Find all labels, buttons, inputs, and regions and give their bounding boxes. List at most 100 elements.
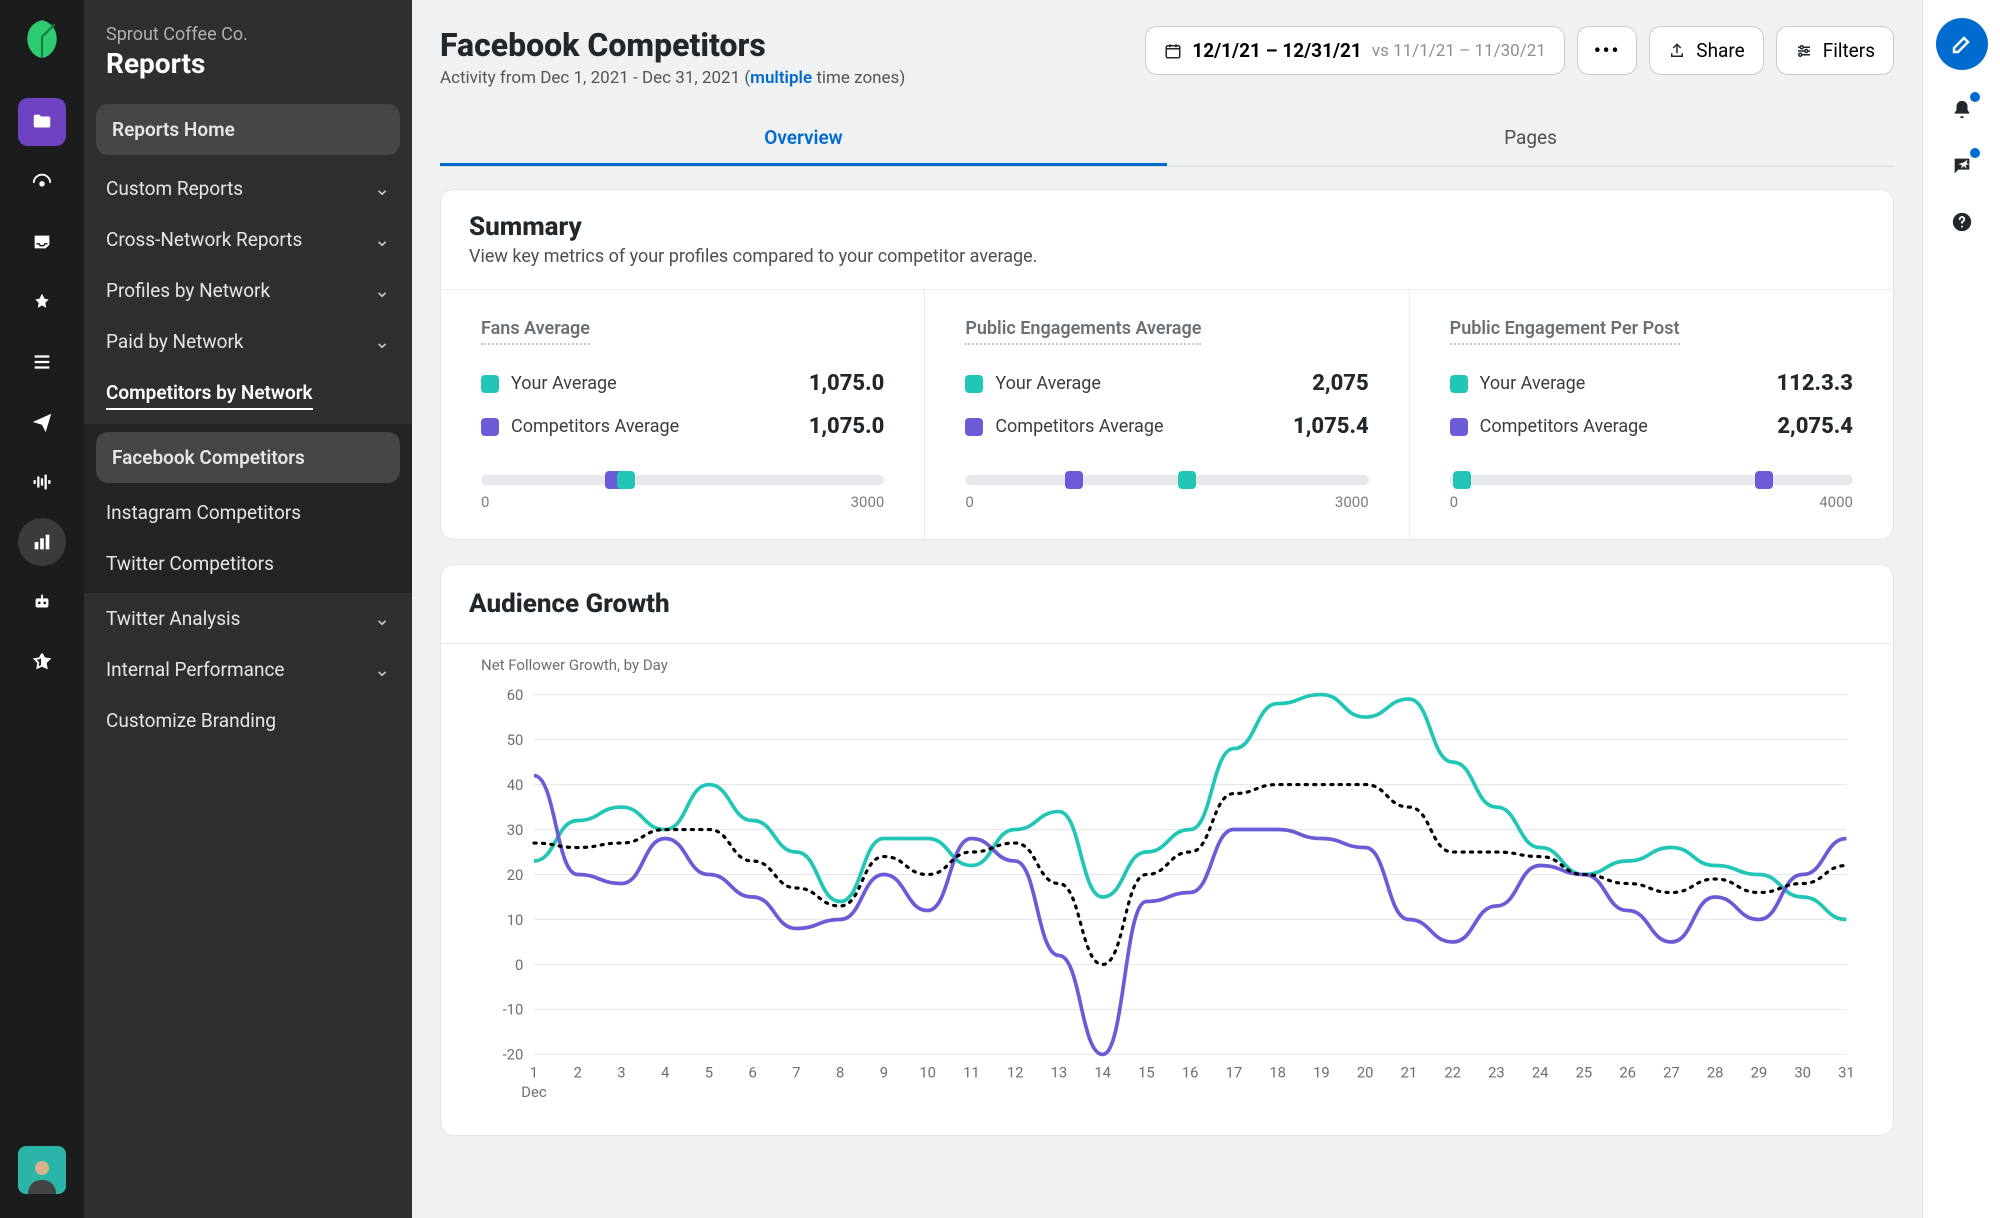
competitors-average-value: 2,075.4 (1777, 414, 1853, 439)
competitors-average-value: 1,075.0 (809, 414, 885, 439)
pin-icon[interactable] (18, 278, 66, 326)
audience-growth-panel: Audience Growth Net Follower Growth, by … (440, 564, 1894, 1136)
your-marker (617, 471, 635, 489)
notifications-icon[interactable] (1946, 94, 1978, 126)
your-marker (1453, 471, 1471, 489)
sidebar-item-custom-reports[interactable]: Custom Reports ⌄ (84, 163, 412, 214)
page-header: Facebook Competitors Activity from Dec 1… (412, 0, 1922, 167)
send-icon[interactable] (18, 398, 66, 446)
svg-text:50: 50 (507, 731, 524, 749)
sub-item-twitter-competitors[interactable]: Twitter Competitors (84, 538, 412, 589)
sidebar-item-profiles[interactable]: Profiles by Network ⌄ (84, 265, 412, 316)
svg-text:12: 12 (1007, 1064, 1024, 1082)
feedback-icon[interactable] (1946, 150, 1978, 182)
range-min: 0 (965, 493, 973, 511)
summary-title: Summary (469, 212, 1865, 242)
svg-text:10: 10 (919, 1064, 936, 1082)
sub-item-instagram-competitors[interactable]: Instagram Competitors (84, 487, 412, 538)
compose-button[interactable] (1936, 18, 1988, 70)
svg-text:10: 10 (507, 911, 524, 929)
svg-text:7: 7 (792, 1064, 800, 1082)
metric-title: Fans Average (481, 318, 590, 345)
right-rail (1922, 0, 2000, 1218)
sidebar-home[interactable]: Reports Home (96, 104, 400, 155)
chevron-down-icon: ⌄ (374, 658, 390, 681)
svg-text:2: 2 (574, 1064, 582, 1082)
range-max: 3000 (1335, 493, 1369, 511)
bot-icon[interactable] (18, 578, 66, 626)
metric-range-bar (481, 475, 884, 485)
metric-range-bar (965, 475, 1368, 485)
sidebar-item-twitter-analysis[interactable]: Twitter Analysis ⌄ (84, 593, 412, 644)
svg-text:20: 20 (1357, 1064, 1374, 1082)
svg-text:17: 17 (1226, 1064, 1243, 1082)
global-nav-rail (0, 0, 84, 1218)
sidebar-item-cross-network[interactable]: Cross-Network Reports ⌄ (84, 214, 412, 265)
ellipsis-icon: ••• (1594, 39, 1620, 62)
range-max: 4000 (1819, 493, 1853, 511)
help-icon[interactable] (1946, 206, 1978, 238)
svg-text:6: 6 (749, 1064, 757, 1082)
share-icon (1668, 42, 1686, 60)
sidebar-item-competitors[interactable]: Competitors by Network (84, 367, 412, 424)
sidebar-item-label: Twitter Analysis (106, 607, 240, 630)
sub-item-facebook-competitors[interactable]: Facebook Competitors (96, 432, 400, 483)
sidebar-item-internal-performance[interactable]: Internal Performance ⌄ (84, 644, 412, 695)
svg-text:-20: -20 (503, 1046, 524, 1064)
folder-icon[interactable] (18, 98, 66, 146)
share-button[interactable]: Share (1649, 26, 1763, 75)
reports-sidebar: Sprout Coffee Co. Reports Reports Home C… (84, 0, 412, 1218)
activity-range: Activity from Dec 1, 2021 - Dec 31, 2021… (440, 68, 905, 88)
competitor-marker (1755, 471, 1773, 489)
svg-text:1: 1 (530, 1064, 538, 1082)
your-average-label: Your Average (995, 373, 1101, 394)
competitor-marker (1065, 471, 1083, 489)
audio-icon[interactable] (18, 458, 66, 506)
tab-overview[interactable]: Overview (440, 110, 1167, 166)
swatch-teal (965, 375, 983, 393)
swatch-purple (1450, 418, 1468, 436)
range-min: 0 (481, 493, 489, 511)
view-tabs: Overview Pages (440, 110, 1894, 167)
bar-chart-icon[interactable] (18, 518, 66, 566)
sprout-logo[interactable] (21, 18, 63, 60)
sidebar-item-label: Internal Performance (106, 658, 284, 681)
svg-text:21: 21 (1401, 1064, 1418, 1082)
svg-text:29: 29 (1751, 1064, 1768, 1082)
user-avatar[interactable] (18, 1146, 66, 1194)
swatch-purple (965, 418, 983, 436)
gauge-icon[interactable] (18, 158, 66, 206)
svg-text:28: 28 (1707, 1064, 1724, 1082)
date-range-button[interactable]: 12/1/21 – 12/31/21 vs 11/1/21 – 11/30/21 (1145, 26, 1565, 75)
notification-dot (1970, 92, 1980, 102)
your-average-value: 2,075 (1312, 371, 1368, 396)
svg-text:40: 40 (507, 776, 524, 794)
chevron-down-icon: ⌄ (374, 279, 390, 302)
metric-range-bar (1450, 475, 1853, 485)
filters-button[interactable]: Filters (1776, 26, 1894, 75)
sidebar-item-paid[interactable]: Paid by Network ⌄ (84, 316, 412, 367)
chevron-down-icon: ⌄ (374, 228, 390, 251)
svg-text:30: 30 (1794, 1064, 1811, 1082)
svg-text:24: 24 (1532, 1064, 1549, 1082)
org-header: Sprout Coffee Co. Reports (84, 24, 412, 104)
tab-pages[interactable]: Pages (1167, 110, 1894, 166)
svg-text:Dec: Dec (521, 1083, 547, 1101)
competitors-average-label: Competitors Average (1480, 416, 1648, 437)
half-star-icon[interactable] (18, 638, 66, 686)
svg-text:13: 13 (1051, 1064, 1068, 1082)
your-average-value: 112.3.3 (1777, 371, 1853, 396)
sidebar-home-label: Reports Home (112, 118, 235, 141)
svg-text:16: 16 (1182, 1064, 1199, 1082)
inbox-icon[interactable] (18, 218, 66, 266)
svg-text:0: 0 (515, 956, 523, 974)
svg-text:27: 27 (1663, 1064, 1680, 1082)
swatch-teal (481, 375, 499, 393)
svg-text:8: 8 (836, 1064, 844, 1082)
competitors-average-label: Competitors Average (995, 416, 1163, 437)
list-icon[interactable] (18, 338, 66, 386)
your-average-label: Your Average (511, 373, 617, 394)
sidebar-item-customize-branding[interactable]: Customize Branding (84, 695, 412, 746)
multiple-link[interactable]: multiple (750, 68, 812, 88)
more-button[interactable]: ••• (1577, 26, 1637, 75)
